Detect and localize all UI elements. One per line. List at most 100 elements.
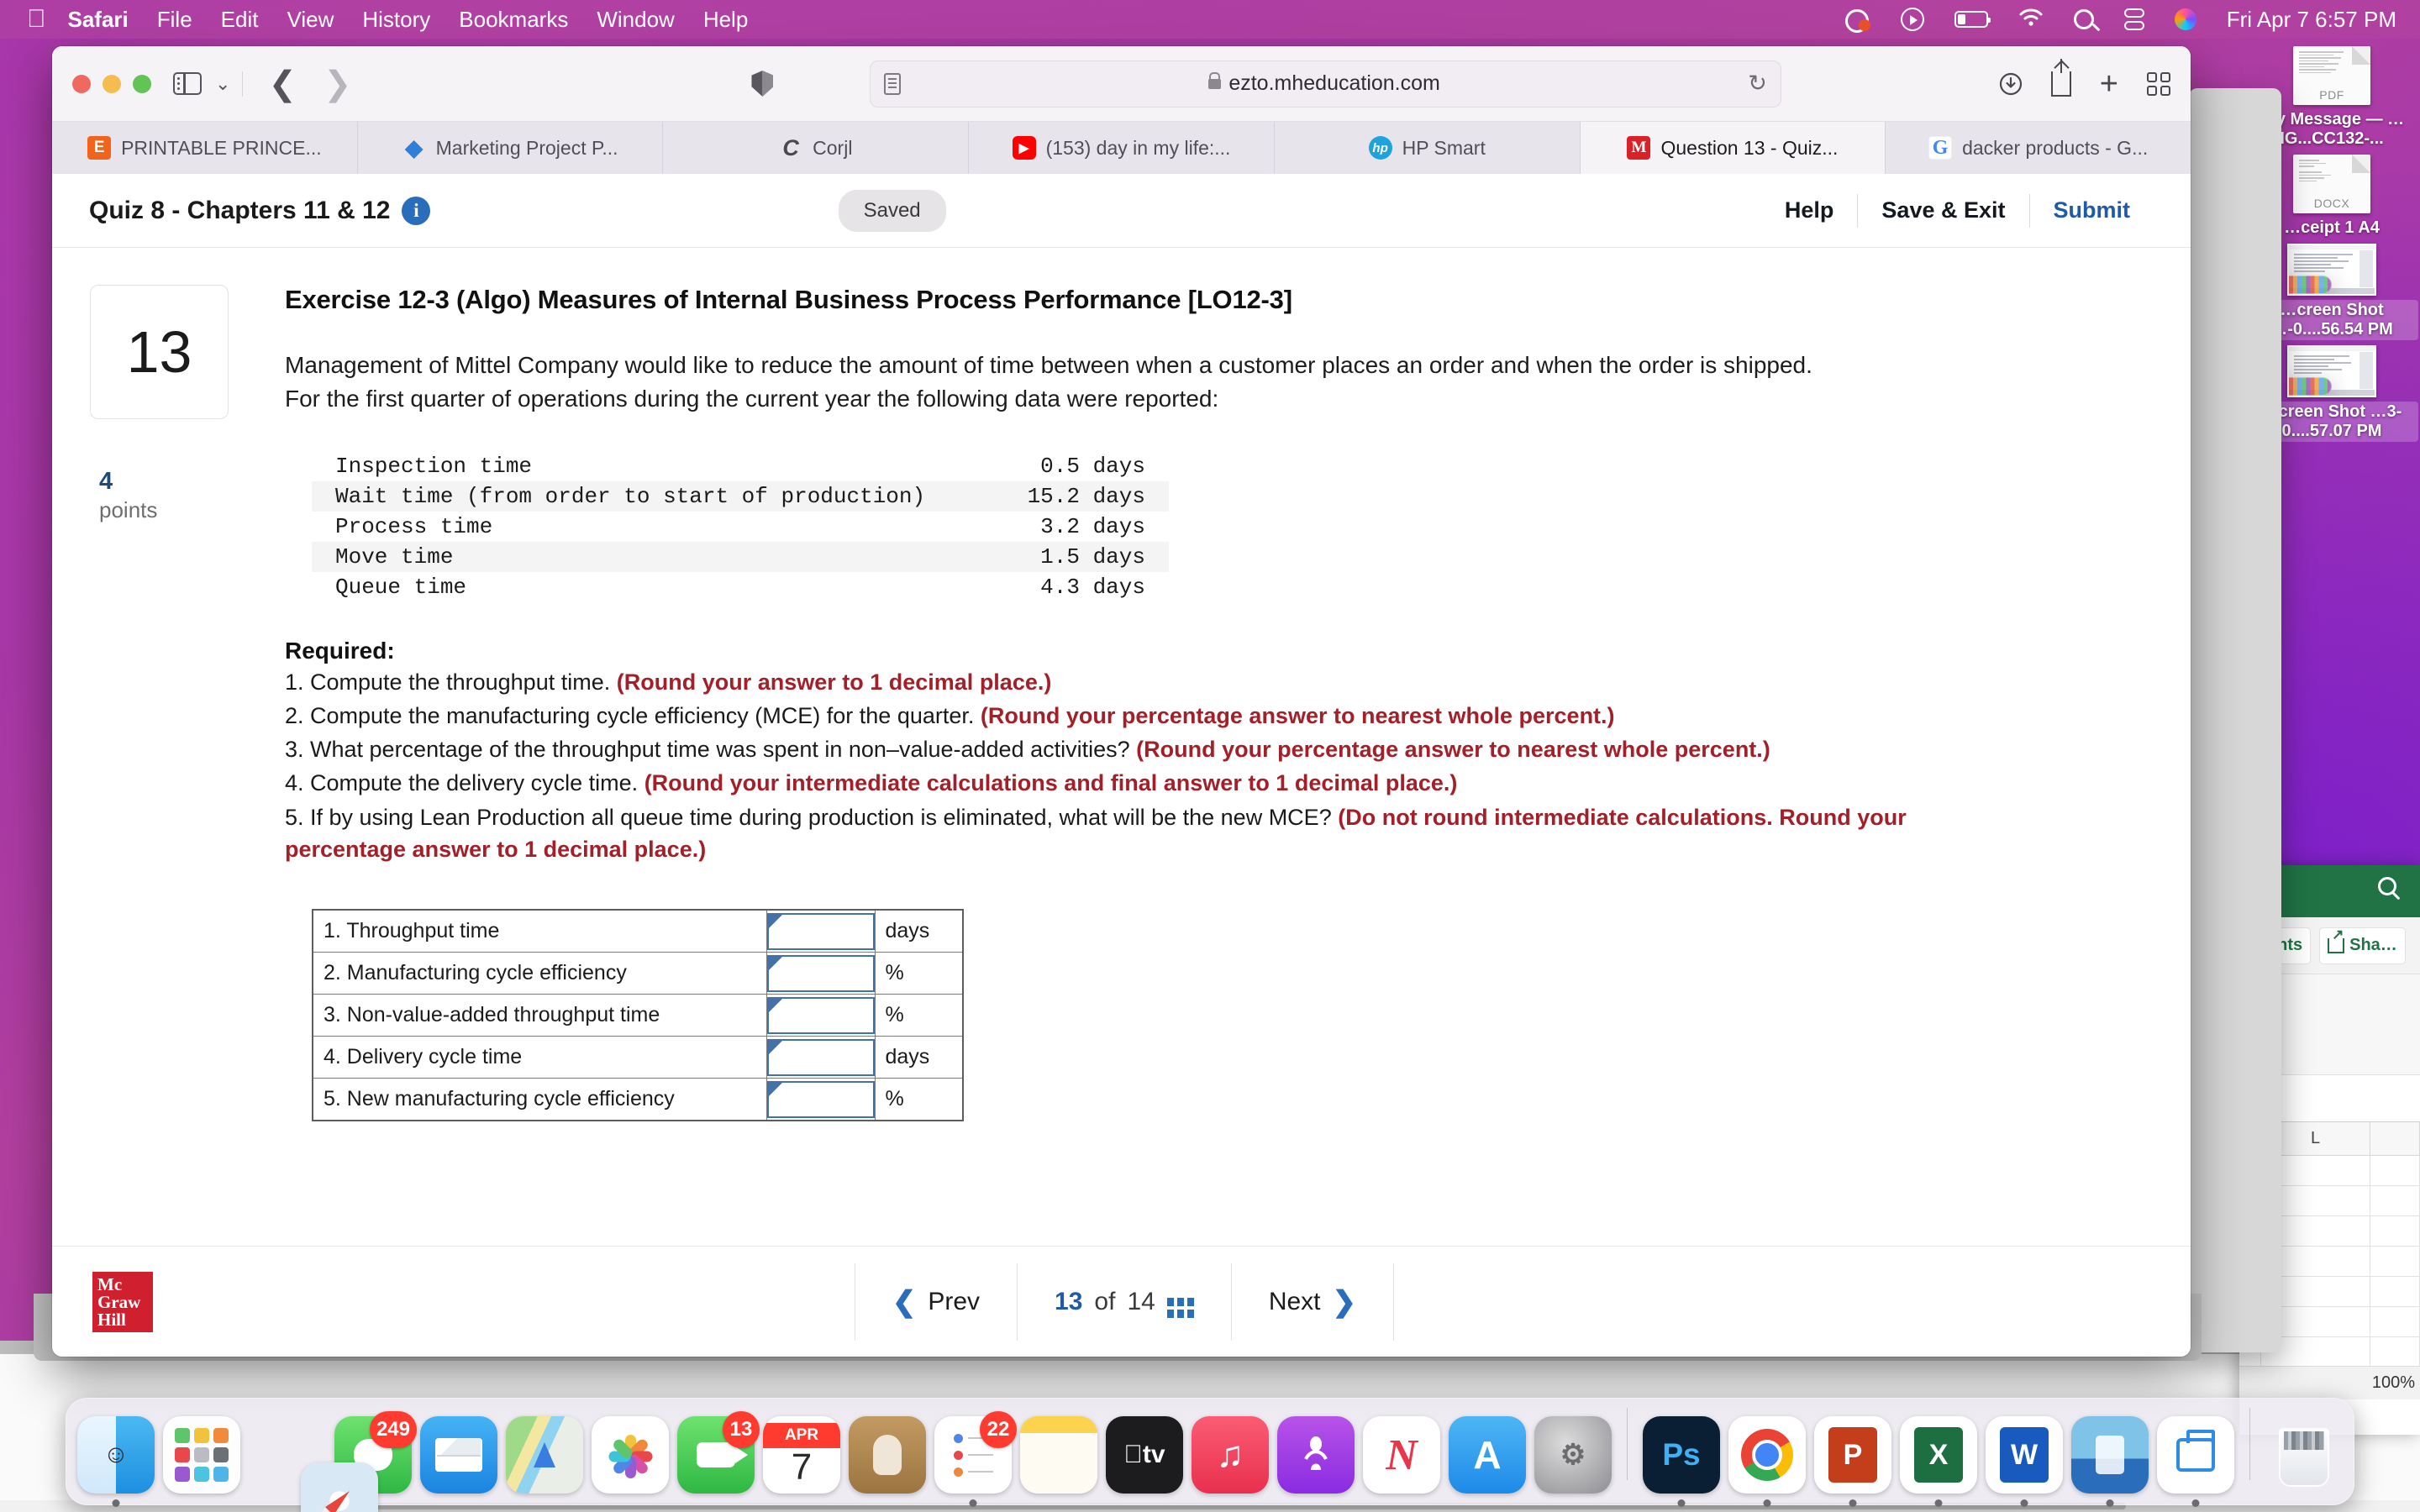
- prev-question-button[interactable]: ❮ Prev: [855, 1263, 1017, 1341]
- dock-item-mail[interactable]: [420, 1416, 497, 1494]
- forward-button[interactable]: ❯: [310, 67, 366, 101]
- menu-item-edit[interactable]: Edit: [221, 7, 259, 33]
- dock-item-printer[interactable]: [2157, 1416, 2234, 1507]
- dock-item-excel[interactable]: X: [1900, 1416, 1977, 1507]
- answer-cell[interactable]: [765, 952, 876, 995]
- throughput-time-input[interactable]: [766, 912, 875, 950]
- info-icon[interactable]: i: [402, 196, 431, 225]
- window-traffic-lights[interactable]: [72, 74, 151, 93]
- download-icon[interactable]: [1999, 72, 2023, 96]
- search-icon[interactable]: [2378, 877, 2396, 895]
- now-playing-icon[interactable]: [1844, 8, 1870, 33]
- tab-hp-smart[interactable]: hp HP Smart: [1275, 122, 1581, 174]
- address-bar[interactable]: ezto.mheducation.com ↻: [869, 60, 1781, 108]
- tab-youtube[interactable]: ▶ (153) day in my life:...: [969, 122, 1275, 174]
- battery-icon[interactable]: [1954, 11, 1991, 28]
- chevron-down-icon[interactable]: ⌄: [215, 73, 230, 95]
- answer-cell[interactable]: [765, 994, 876, 1037]
- dock-item-app-store[interactable]: A: [1449, 1416, 1526, 1494]
- answer-cell[interactable]: [765, 1078, 876, 1121]
- spotlight-search-icon[interactable]: [2073, 9, 2094, 29]
- new-tab-icon[interactable]: +: [2100, 68, 2118, 100]
- question-body: 13 4 points Exercise 12-3 (Algo) Measure…: [52, 248, 2191, 1246]
- question-grid-icon[interactable]: [1166, 1297, 1194, 1306]
- delivery-cycle-time-input[interactable]: [766, 1038, 875, 1076]
- tab-overview-icon[interactable]: [2146, 71, 2170, 96]
- data-label: Wait time (from order to start of produc…: [335, 483, 926, 509]
- minimize-window-button[interactable]: [103, 74, 121, 93]
- menu-bar-clock[interactable]: Fri Apr 7 6:57 PM: [2227, 7, 2396, 33]
- dock-item-notes[interactable]: [1020, 1416, 1097, 1494]
- dock-item-facetime[interactable]: 13: [677, 1411, 760, 1494]
- photos-flower-icon: [607, 1431, 654, 1478]
- data-label: Move time: [335, 543, 454, 570]
- non-value-added-input[interactable]: [766, 996, 875, 1034]
- menu-item-help[interactable]: Help: [703, 7, 748, 33]
- menu-item-safari[interactable]: Safari: [68, 7, 129, 33]
- dock-item-powerpoint[interactable]: P: [1814, 1416, 1891, 1507]
- maximize-window-button[interactable]: [133, 74, 151, 93]
- wifi-icon[interactable]: [2018, 7, 2044, 33]
- answer-cell[interactable]: [765, 1036, 876, 1079]
- dock-item-chrome[interactable]: [1728, 1416, 1806, 1507]
- dock-item-preview[interactable]: [2071, 1416, 2149, 1507]
- dock-item-trash[interactable]: [2265, 1416, 2343, 1494]
- submit-button[interactable]: Submit: [2030, 197, 2154, 223]
- apple-menu-icon[interactable]: : [27, 7, 46, 32]
- close-window-button[interactable]: [72, 74, 91, 93]
- dock-item-music[interactable]: ♫: [1192, 1416, 1269, 1494]
- tab-dacker-products-google[interactable]: G dacker products - G...: [1886, 122, 2191, 174]
- back-button[interactable]: ❮: [255, 67, 310, 101]
- requirement-text: 2. Compute the manufacturing cycle effic…: [285, 702, 981, 728]
- excel-share-button[interactable]: Sha…: [2319, 927, 2406, 964]
- dock-item-podcasts[interactable]: [1277, 1416, 1355, 1494]
- help-button[interactable]: Help: [1761, 197, 1858, 223]
- menu-item-file[interactable]: File: [157, 7, 192, 33]
- share-icon[interactable]: [2050, 58, 2071, 97]
- excel-column-m[interactable]: [2370, 1122, 2420, 1155]
- mcgraw-hill-logo: Mc Graw Hill: [92, 1271, 153, 1332]
- tab-marketing-project[interactable]: ◆ Marketing Project P...: [358, 122, 664, 174]
- tab-printable-prince[interactable]: E PRINTABLE PRINCE...: [52, 122, 358, 174]
- tab-corjl[interactable]: C Corjl: [663, 122, 970, 174]
- dock-item-launchpad[interactable]: [163, 1416, 240, 1494]
- answer-label: 5. New manufacturing cycle efficiency: [312, 1078, 767, 1121]
- dock-item-word[interactable]: W: [1986, 1416, 2063, 1507]
- save-and-exit-button[interactable]: Save & Exit: [1858, 197, 2028, 223]
- dock-item-reminders[interactable]: 22: [934, 1411, 1017, 1507]
- exercise-title: Exercise 12-3 (Algo) Measures of Interna…: [285, 285, 1292, 314]
- sidebar-toggle-icon[interactable]: [173, 72, 202, 95]
- tab-label: HP Smart: [1402, 136, 1486, 159]
- answer-cell[interactable]: [765, 909, 876, 953]
- dock-item-system-settings[interactable]: ⚙: [1534, 1416, 1612, 1494]
- siri-icon[interactable]: [2174, 8, 2196, 30]
- control-center-icon[interactable]: [2123, 8, 2144, 30]
- dock-item-finder[interactable]: ☺: [77, 1416, 155, 1507]
- dock-item-calendar[interactable]: APR 7: [763, 1416, 840, 1494]
- menu-item-window[interactable]: Window: [597, 7, 674, 33]
- dock-item-photos[interactable]: [592, 1416, 669, 1494]
- new-mce-input[interactable]: [766, 1080, 875, 1118]
- privacy-shield-icon[interactable]: [751, 71, 774, 97]
- dock-item-safari[interactable]: [301, 1462, 378, 1512]
- menu-item-history[interactable]: History: [362, 7, 430, 33]
- mce-input[interactable]: [766, 954, 875, 992]
- reader-view-icon[interactable]: [883, 72, 901, 95]
- menu-item-bookmarks[interactable]: Bookmarks: [459, 7, 568, 33]
- next-question-button[interactable]: Next ❯: [1232, 1263, 1393, 1341]
- tab-question-13-quiz[interactable]: M Question 13 - Quiz...: [1580, 122, 1886, 174]
- menu-item-view[interactable]: View: [287, 7, 334, 33]
- divider: [1393, 1263, 1394, 1341]
- reload-icon[interactable]: ↻: [1748, 71, 1767, 97]
- excel-zoom-level[interactable]: 100%: [2372, 1373, 2415, 1393]
- requirement-note: (Round your percentage answer to nearest…: [1136, 737, 1770, 763]
- control-center-play-icon[interactable]: [1900, 8, 1924, 31]
- dock-item-news[interactable]: N: [1363, 1416, 1440, 1494]
- data-label: Inspection time: [335, 453, 533, 479]
- question-number-column: 13 4 points: [52, 285, 229, 1246]
- dock-item-maps[interactable]: [506, 1416, 583, 1494]
- dock-item-photoshop[interactable]: Ps: [1643, 1416, 1720, 1507]
- address-bar-url[interactable]: ezto.mheducation.com: [1228, 71, 1440, 96]
- dock-item-apple-tv[interactable]: tv: [1106, 1416, 1183, 1494]
- dock-item-contacts[interactable]: [849, 1416, 926, 1494]
